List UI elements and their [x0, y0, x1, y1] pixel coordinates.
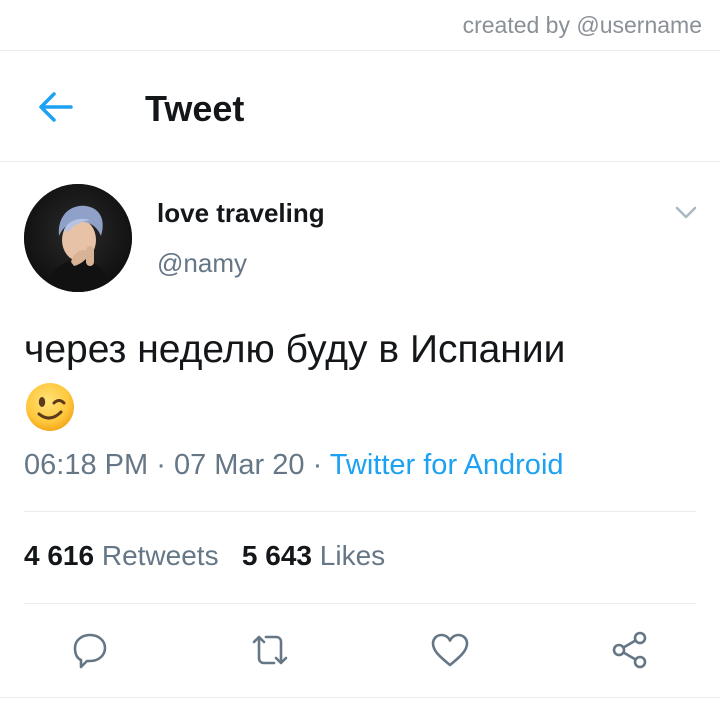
reply-icon [73, 633, 107, 669]
retweet-icon [252, 635, 288, 665]
arrow-left-icon [39, 92, 73, 122]
meta-divider [24, 511, 696, 512]
likes-label: Likes [319, 540, 386, 571]
header-divider [0, 161, 720, 162]
top-divider [0, 50, 720, 51]
retweets-label: Retweets [101, 540, 219, 571]
chevron-down-icon [675, 206, 697, 219]
likes-count: 5 643 [241, 540, 312, 571]
reply-button[interactable] [68, 628, 112, 672]
stats-divider [24, 603, 696, 604]
like-icon [431, 633, 469, 667]
retweet-button[interactable] [248, 628, 292, 672]
author-handle[interactable]: @namy [157, 248, 247, 279]
avatar-photo [24, 184, 132, 292]
tweet-stats: 4 616 Retweets 5 643 Likes [24, 540, 385, 572]
avatar[interactable] [24, 184, 132, 292]
watermark-credit: created by @username [462, 12, 702, 38]
winking-face-emoji [26, 383, 74, 431]
tweet-detail-page: created by @username Tweet love travelin… [0, 0, 720, 710]
tweet-text: через неделю буду в Испании [24, 328, 566, 371]
bottom-divider [0, 697, 720, 698]
retweets-stat[interactable]: 4 616 Retweets [24, 540, 226, 571]
tweet-date: 07 Mar 20 [173, 449, 305, 481]
tweet-time: 06:18 PM [24, 449, 149, 481]
share-button[interactable] [608, 628, 652, 672]
like-button[interactable] [428, 628, 472, 672]
author-display-name[interactable]: love traveling [157, 198, 325, 229]
likes-stat[interactable]: 5 643 Likes [242, 540, 385, 571]
back-button[interactable] [30, 86, 82, 128]
page-title: Tweet [145, 88, 245, 129]
meta-separator: · [156, 449, 166, 481]
tweet-source-link[interactable]: Twitter for Android [330, 449, 564, 481]
share-icon [612, 631, 647, 669]
retweets-count: 4 616 [24, 540, 95, 571]
tweet-meta: 06:18 PM · 07 Mar 20 · Twitter for Andro… [24, 449, 564, 482]
tweet-menu-button[interactable] [668, 198, 704, 228]
meta-separator: · [312, 449, 323, 481]
